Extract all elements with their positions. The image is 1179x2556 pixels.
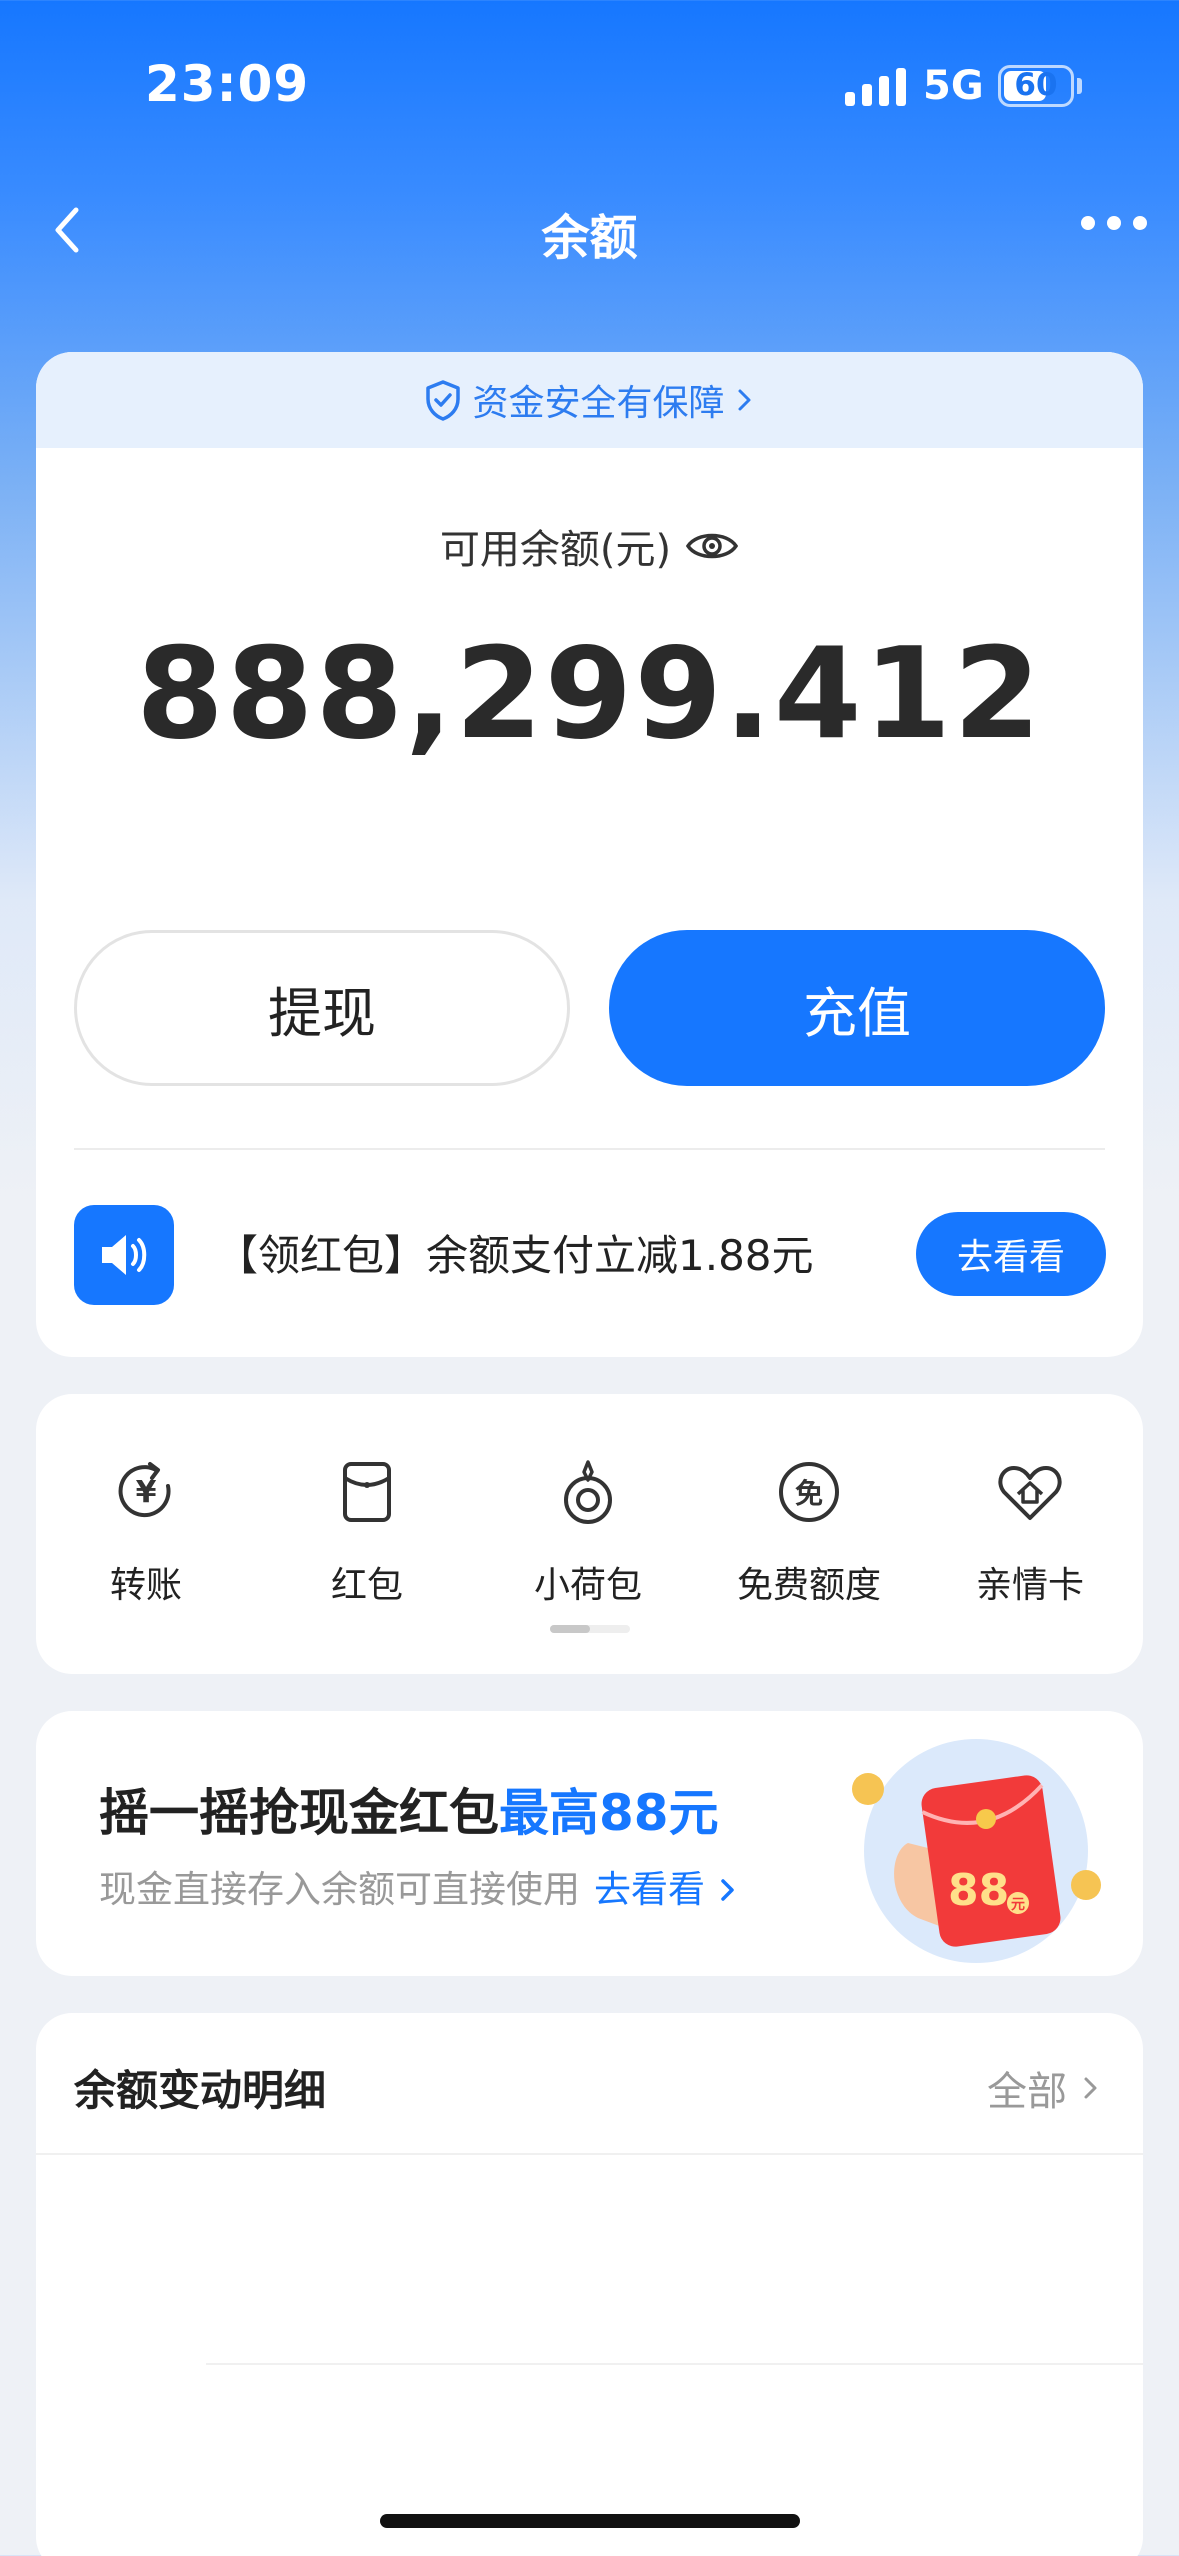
shake-highlight: 最高88元 bbox=[499, 1784, 719, 1842]
signal-icon bbox=[845, 66, 906, 106]
quick-action-free-quota[interactable]: 免 免费额度 bbox=[699, 1456, 919, 1608]
red-packet-icon bbox=[343, 1462, 391, 1522]
withdraw-button[interactable]: 提现 bbox=[74, 930, 570, 1086]
recharge-button[interactable]: 充值 bbox=[609, 930, 1105, 1086]
status-bar: 23:09 5G 60 bbox=[0, 0, 1179, 170]
chevron-right-icon bbox=[1084, 2077, 1097, 2099]
status-time: 23:09 bbox=[145, 55, 310, 113]
quick-action-label: 免费额度 bbox=[736, 1565, 881, 1606]
chevron-right-icon bbox=[721, 1879, 734, 1901]
details-all-button[interactable]: 全部 bbox=[987, 2059, 1101, 2117]
free-quota-icon: 免 bbox=[779, 1462, 839, 1522]
network-type: 5G bbox=[923, 63, 984, 109]
quick-action-label: 亲情卡 bbox=[975, 1565, 1084, 1606]
more-dot bbox=[1133, 216, 1147, 230]
chevron-right-icon bbox=[738, 389, 750, 411]
shake-title-text: 摇一摇抢现金红包 bbox=[99, 1784, 499, 1842]
family-card-icon bbox=[998, 1466, 1062, 1520]
speaker-icon bbox=[74, 1205, 174, 1305]
quick-action-transfer[interactable]: ¥ 转账 bbox=[36, 1456, 256, 1608]
balance-card: 资金安全有保障 可用余额(元) 888,299.412 提现 充值 【领红包】余… bbox=[36, 352, 1143, 1357]
battery-level: 60 bbox=[1014, 67, 1058, 103]
page-indicator bbox=[550, 1625, 630, 1633]
shake-subtitle: 现金直接存入余额可直接使用 去看看 bbox=[99, 1859, 739, 1913]
more-dot bbox=[1107, 216, 1121, 230]
quick-action-pouch[interactable]: 小荷包 bbox=[478, 1456, 698, 1608]
safety-banner[interactable]: 资金安全有保障 bbox=[36, 352, 1143, 448]
quick-action-label: 红包 bbox=[330, 1565, 403, 1606]
shield-icon bbox=[426, 380, 461, 421]
quick-action-label: 转账 bbox=[109, 1565, 182, 1606]
battery-cap bbox=[1077, 78, 1082, 94]
divider bbox=[36, 2153, 1143, 2155]
quick-action-red-packet[interactable]: 红包 bbox=[257, 1456, 477, 1608]
nav-bar: 余额 bbox=[0, 180, 1179, 280]
svg-text:¥: ¥ bbox=[136, 1475, 157, 1510]
red-packet-illustration: 88 元 bbox=[852, 1739, 1101, 1963]
battery-icon: 60 bbox=[998, 65, 1074, 107]
details-title: 余额变动明细 bbox=[74, 2066, 327, 2115]
eye-icon[interactable] bbox=[685, 526, 739, 566]
divider bbox=[74, 1148, 1105, 1150]
home-indicator[interactable] bbox=[380, 2514, 800, 2528]
promo-text: 【领红包】余额支付立减1.88元 bbox=[216, 1231, 814, 1280]
quick-actions-card: ¥ 转账 红包 小荷包 免 免费额度 亲情卡 bbox=[36, 1394, 1143, 1674]
promo-view-button[interactable]: 去看看 bbox=[916, 1212, 1106, 1296]
more-dot bbox=[1081, 216, 1095, 230]
balance-amount: 888,299.412 bbox=[136, 620, 1043, 767]
more-button[interactable] bbox=[1081, 216, 1147, 230]
shake-title: 摇一摇抢现金红包最高88元 bbox=[99, 1773, 719, 1845]
page-title: 余额 bbox=[541, 210, 638, 266]
svg-text:免: 免 bbox=[795, 1477, 823, 1510]
shake-link[interactable]: 去看看 bbox=[594, 1868, 705, 1911]
shake-promo-card[interactable]: 摇一摇抢现金红包最高88元 现金直接存入余额可直接使用 去看看 88 元 bbox=[36, 1711, 1143, 1976]
balance-details-card: 余额变动明细 全部 bbox=[36, 2013, 1143, 2556]
pouch-icon bbox=[564, 1460, 612, 1524]
quick-action-label: 小荷包 bbox=[533, 1565, 642, 1606]
safety-text: 资金安全有保障 bbox=[472, 383, 725, 424]
divider bbox=[206, 2363, 1143, 2365]
balance-label: 可用余额(元) bbox=[36, 517, 1143, 575]
balance-label-text: 可用余额(元) bbox=[439, 527, 672, 573]
shake-subtitle-text: 现金直接存入余额可直接使用 bbox=[99, 1868, 580, 1911]
details-all-label: 全部 bbox=[987, 2069, 1067, 2115]
packet-unit: 元 bbox=[1011, 1897, 1025, 1913]
transfer-icon: ¥ bbox=[118, 1462, 171, 1518]
quick-action-family-card[interactable]: 亲情卡 bbox=[920, 1456, 1140, 1608]
packet-number: 88 bbox=[948, 1865, 1009, 1916]
